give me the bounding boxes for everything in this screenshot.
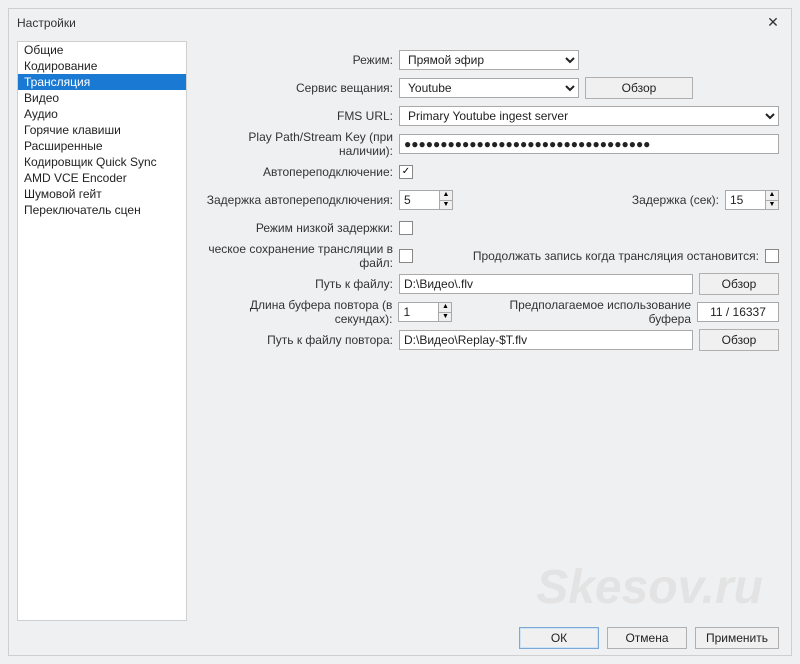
spin-down-icon[interactable]: ▼ <box>439 200 453 210</box>
sidebar-item[interactable]: Переключатель сцен <box>18 202 186 218</box>
sidebar-item[interactable]: Общие <box>18 42 186 58</box>
sidebar-item[interactable]: Шумовой гейт <box>18 186 186 202</box>
recdelay-label: Задержка автопереподключения: <box>197 193 393 207</box>
recdelay-spinner[interactable]: ▲▼ <box>399 190 453 210</box>
spin-up-icon[interactable]: ▲ <box>438 302 452 312</box>
bufuse-value <box>697 302 779 322</box>
rpath-browse-button[interactable]: Обзор <box>699 329 779 351</box>
reconnect-checkbox[interactable]: ✓ <box>399 165 413 179</box>
bufuse-label: Предполагаемое использование буфера <box>464 298 691 326</box>
sidebar-item[interactable]: Кодирование <box>18 58 186 74</box>
delay-input[interactable] <box>725 190 765 210</box>
recdelay-input[interactable] <box>399 190 439 210</box>
buflen-spinner[interactable]: ▲▼ <box>398 302 452 322</box>
savefile-checkbox[interactable] <box>399 249 413 263</box>
title-bar: Настройки ✕ <box>9 9 791 37</box>
spin-up-icon[interactable]: ▲ <box>765 190 779 200</box>
close-icon[interactable]: ✕ <box>763 13 783 33</box>
cancel-button[interactable]: Отмена <box>607 627 687 649</box>
spin-down-icon[interactable]: ▼ <box>438 312 452 322</box>
mode-select[interactable]: Прямой эфир <box>399 50 579 70</box>
service-label: Сервис вещания: <box>197 81 393 95</box>
rpath-input[interactable] <box>399 330 693 350</box>
streamkey-label: Play Path/Stream Key (при наличии): <box>197 130 393 158</box>
sidebar-item[interactable]: Видео <box>18 90 186 106</box>
service-browse-button[interactable]: Обзор <box>585 77 693 99</box>
savefile-label: ческое сохранение трансляции в файл: <box>197 242 393 270</box>
path-browse-button[interactable]: Обзор <box>699 273 779 295</box>
apply-button[interactable]: Применить <box>695 627 779 649</box>
rpath-label: Путь к файлу повтора: <box>197 333 393 347</box>
lowlat-checkbox[interactable] <box>399 221 413 235</box>
fms-label: FMS URL: <box>197 109 393 123</box>
sidebar-item[interactable]: Трансляция <box>18 74 186 90</box>
streamkey-input[interactable] <box>399 134 779 154</box>
sidebar-item[interactable]: Горячие клавиши <box>18 122 186 138</box>
reconnect-label: Автопереподключение: <box>197 165 393 179</box>
sidebar-item[interactable]: AMD VCE Encoder <box>18 170 186 186</box>
settings-window: Настройки ✕ ОбщиеКодированиеТрансляцияВи… <box>8 8 792 656</box>
delay-label: Задержка (сек): <box>632 193 719 207</box>
sidebar-item[interactable]: Аудио <box>18 106 186 122</box>
spin-down-icon[interactable]: ▼ <box>765 200 779 210</box>
dialog-button-bar: ОК Отмена Применить <box>9 621 791 655</box>
buflen-input[interactable] <box>398 302 438 322</box>
settings-form: Режим: Прямой эфир Сервис вещания: Youtu… <box>193 41 783 621</box>
service-select[interactable]: Youtube <box>399 78 579 98</box>
sidebar-item[interactable]: Кодировщик Quick Sync <box>18 154 186 170</box>
buflen-label: Длина буфера повтора (в секундах): <box>197 298 392 326</box>
keeprec-checkbox[interactable] <box>765 249 779 263</box>
path-label: Путь к файлу: <box>197 277 393 291</box>
lowlat-label: Режим низкой задержки: <box>197 221 393 235</box>
spin-up-icon[interactable]: ▲ <box>439 190 453 200</box>
path-input[interactable] <box>399 274 693 294</box>
category-sidebar: ОбщиеКодированиеТрансляцияВидеоАудиоГоря… <box>17 41 187 621</box>
mode-label: Режим: <box>197 53 393 67</box>
delay-spinner[interactable]: ▲▼ <box>725 190 779 210</box>
fms-select[interactable]: Primary Youtube ingest server <box>399 106 779 126</box>
keeprec-label: Продолжать запись когда трансляция остан… <box>473 249 759 263</box>
sidebar-item[interactable]: Расширенные <box>18 138 186 154</box>
window-title: Настройки <box>17 16 76 30</box>
ok-button[interactable]: ОК <box>519 627 599 649</box>
